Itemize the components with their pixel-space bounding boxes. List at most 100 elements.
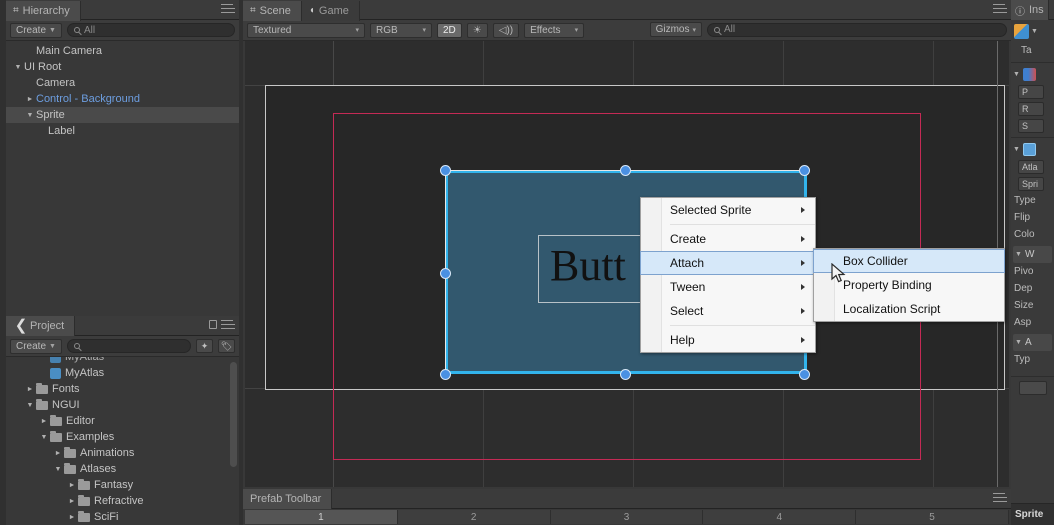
project-item-examples[interactable]: ▼ Examples	[6, 429, 239, 445]
widget-section-header[interactable]: ▼ W	[1013, 246, 1052, 263]
gizmos-dropdown[interactable]: Gizmos ▾	[649, 22, 702, 37]
tab-game[interactable]: ◖ Game	[301, 0, 360, 21]
widget-property-row[interactable]: Size	[1011, 297, 1054, 314]
scene-effects-dropdown[interactable]: Effects ▾	[524, 22, 585, 38]
hierarchy-create-button[interactable]: Create ▼	[10, 22, 62, 38]
project-search-input[interactable]	[66, 339, 191, 353]
context-menu-item-attach[interactable]: Attach	[640, 251, 816, 275]
project-tree[interactable]: MyAtlas MyAtlas ► Fonts ▼ NGUI ► Editor ▼ Example…	[6, 357, 239, 525]
submenu-item-localization-script[interactable]: Localization Script	[814, 297, 1004, 321]
project-item-myatlas[interactable]: MyAtlas	[6, 365, 239, 381]
transform-component-header[interactable]: ▼	[1011, 66, 1054, 83]
project-item-editor[interactable]: ► Editor	[6, 413, 239, 429]
project-item-atlases[interactable]: ▼ Atlases	[6, 461, 239, 477]
sprite-property-row[interactable]: Colo	[1011, 226, 1054, 243]
back-arrow-icon[interactable]: ❮	[12, 318, 30, 336]
transform-field-row[interactable]: R	[1011, 100, 1054, 117]
hierarchy-item-camera[interactable]: Camera	[6, 75, 239, 91]
sprite-property-row[interactable]: Flip	[1011, 209, 1054, 226]
disclosure-triangle-icon[interactable]: ▼	[24, 402, 36, 409]
disclosure-triangle-icon[interactable]: ►	[24, 386, 36, 393]
project-item-animations[interactable]: ► Animations	[6, 445, 239, 461]
sprite-property-row[interactable]: Type	[1011, 192, 1054, 209]
project-item-label: MyAtlas	[65, 357, 105, 363]
tab-inspector[interactable]: ⓘ Ins	[1011, 0, 1049, 20]
scene-audio-button[interactable]: ◁))	[492, 22, 520, 38]
resize-handle-bottom-left[interactable]	[440, 369, 451, 380]
inspector-action-button[interactable]	[1018, 381, 1047, 395]
disclosure-triangle-icon[interactable]: ▼	[24, 112, 36, 119]
context-menu[interactable]: Selected Sprite Create Attach Tween Select He…	[640, 197, 816, 353]
draw-mode-dropdown[interactable]: Textured ▾	[247, 22, 365, 38]
color-mode-dropdown[interactable]: RGB ▾	[370, 22, 432, 38]
disclosure-triangle-icon[interactable]: ►	[24, 96, 36, 103]
sprite-field-row[interactable]: Atla	[1011, 158, 1054, 175]
project-item-refractive[interactable]: ► Refractive	[6, 493, 239, 509]
widget-property-row[interactable]: Pivo	[1011, 263, 1054, 280]
anchor-property-row[interactable]: Typ	[1011, 351, 1054, 368]
filter-by-label-icon[interactable]: 🏷	[218, 339, 235, 353]
project-item-label: Atlases	[80, 463, 117, 475]
project-item-fantasy[interactable]: ► Fantasy	[6, 477, 239, 493]
disclosure-triangle-icon[interactable]: ►	[66, 482, 78, 489]
project-panel-menu-icon[interactable]	[221, 320, 235, 331]
resize-handle-middle-left[interactable]	[440, 268, 451, 279]
disclosure-triangle-icon[interactable]: ▼	[38, 434, 50, 441]
project-vertical-scrollbar[interactable]	[230, 362, 237, 467]
sprite-field-row[interactable]: Spri	[1011, 175, 1054, 192]
context-menu-item-create[interactable]: Create	[641, 227, 815, 251]
tab-hierarchy[interactable]: ⌗ Hierarchy	[6, 0, 81, 21]
scene-search-input[interactable]: All	[707, 22, 1007, 37]
prefab-slot-1[interactable]: 1	[245, 510, 398, 524]
submenu-item-box-collider[interactable]: Box Collider	[813, 249, 1005, 273]
project-item-scifi[interactable]: ► SciFi	[6, 509, 239, 525]
filter-by-type-icon[interactable]: ✦	[196, 339, 213, 353]
tab-prefab-toolbar[interactable]: Prefab Toolbar	[243, 489, 333, 509]
project-create-button[interactable]: Create ▼	[10, 338, 62, 354]
resize-handle-bottom-right[interactable]	[799, 369, 810, 380]
context-menu-item-select[interactable]: Select	[641, 299, 815, 323]
project-item-fonts[interactable]: ► Fonts	[6, 381, 239, 397]
hierarchy-panel-menu-icon[interactable]	[221, 4, 235, 15]
widget-property-row[interactable]: Dep	[1011, 280, 1054, 297]
anchors-section-header[interactable]: ▼ A	[1013, 334, 1052, 351]
scene-lighting-button[interactable]: ☀	[466, 22, 488, 38]
lock-icon[interactable]	[209, 320, 217, 329]
resize-handle-top-right[interactable]	[799, 165, 810, 176]
hierarchy-item-label[interactable]: Label	[6, 123, 239, 139]
context-menu-item-help[interactable]: Help	[641, 328, 815, 352]
prefab-slot-3[interactable]: 3	[550, 510, 704, 524]
disclosure-triangle-icon[interactable]: ▼	[12, 64, 24, 71]
transform-field-row[interactable]: P	[1011, 83, 1054, 100]
toggle-2d-button[interactable]: 2D	[437, 22, 462, 38]
scene-panel-menu-icon[interactable]	[993, 4, 1007, 15]
prefab-slot-2[interactable]: 2	[397, 510, 551, 524]
context-menu-item-tween[interactable]: Tween	[641, 275, 815, 299]
submenu-item-property-binding[interactable]: Property Binding	[814, 273, 1004, 297]
project-item-myatlas[interactable]: MyAtlas	[6, 357, 239, 365]
transform-field-row[interactable]: S	[1011, 117, 1054, 134]
context-submenu-attach[interactable]: Box Collider Property Binding Localization…	[813, 248, 1005, 322]
prefab-slot-4[interactable]: 4	[703, 510, 857, 524]
sprite-component-header[interactable]: ▼	[1011, 141, 1054, 158]
context-menu-item-selected-sprite[interactable]: Selected Sprite	[641, 198, 815, 222]
prefab-panel-menu-icon[interactable]	[993, 493, 1007, 504]
disclosure-triangle-icon[interactable]: ►	[52, 450, 64, 457]
prefab-slot-5[interactable]: 5	[856, 510, 1009, 524]
hierarchy-search-input[interactable]: All	[66, 23, 235, 37]
disclosure-triangle-icon[interactable]: ▼	[52, 466, 64, 473]
hierarchy-item-sprite[interactable]: ▼ Sprite	[6, 107, 239, 123]
resize-handle-bottom-center[interactable]	[620, 369, 631, 380]
hierarchy-item-control-background[interactable]: ► Control - Background	[6, 91, 239, 107]
resize-handle-top-left[interactable]	[440, 165, 451, 176]
widget-property-row[interactable]: Asp	[1011, 314, 1054, 331]
disclosure-triangle-icon[interactable]: ►	[66, 498, 78, 505]
resize-handle-top-center[interactable]	[620, 165, 631, 176]
hierarchy-item-main-camera[interactable]: Main Camera	[6, 43, 239, 59]
disclosure-triangle-icon[interactable]: ►	[38, 418, 50, 425]
project-item-ngui[interactable]: ▼ NGUI	[6, 397, 239, 413]
hierarchy-tree[interactable]: Main Camera ▼ UI Root Camera ► Control - Back…	[6, 41, 239, 316]
tab-scene[interactable]: ⌗ Scene	[243, 0, 302, 21]
hierarchy-item-ui-root[interactable]: ▼ UI Root	[6, 59, 239, 75]
disclosure-triangle-icon[interactable]: ►	[66, 514, 78, 521]
